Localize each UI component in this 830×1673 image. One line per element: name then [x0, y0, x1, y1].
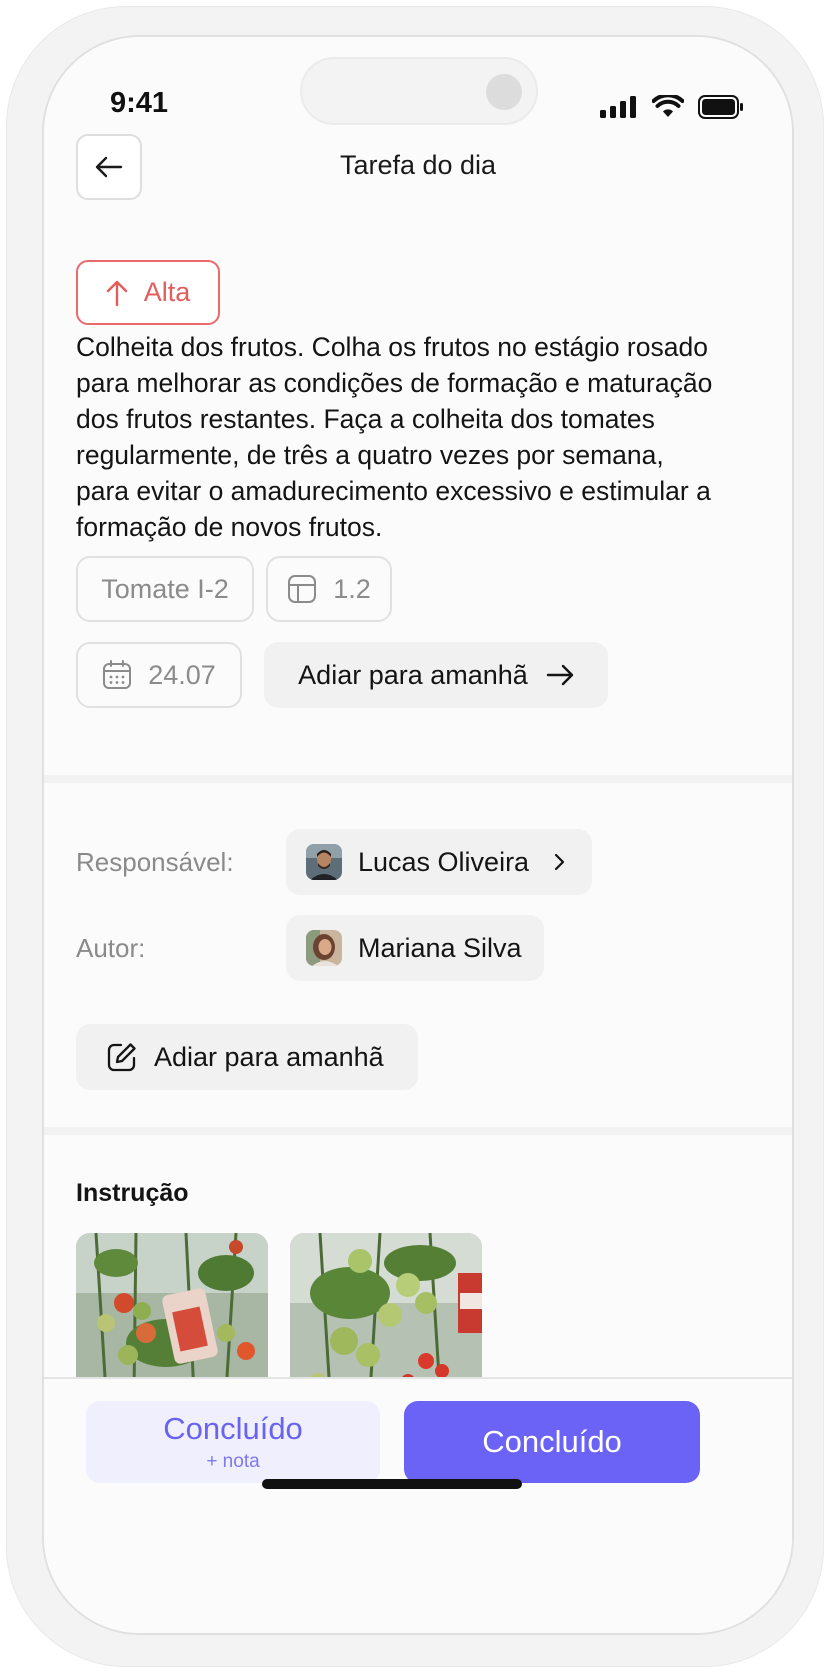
complete-with-note-button[interactable]: Concluído + nota	[86, 1401, 380, 1483]
complete-with-note-label: Concluído	[163, 1411, 303, 1446]
complete-label: Concluído	[482, 1424, 622, 1459]
instruction-photo[interactable]	[290, 1233, 482, 1393]
calendar-icon	[103, 660, 132, 689]
instruction-photo[interactable]	[76, 1233, 268, 1393]
edit-button[interactable]: Adiar para amanhã	[76, 1024, 418, 1090]
arrow-up-icon	[106, 280, 127, 306]
add-note-label: + nota	[206, 1451, 260, 1472]
responsible-name: Lucas Oliveira	[358, 846, 530, 877]
tomato-plant-image	[76, 1233, 268, 1393]
postpone-button[interactable]: Adiar para amanhã	[264, 642, 608, 708]
plot-chip[interactable]: 1.2	[266, 556, 392, 622]
status-icons	[600, 95, 744, 119]
wifi-icon	[652, 95, 684, 117]
section-divider	[44, 1127, 792, 1135]
responsible-label: Responsável:	[76, 847, 234, 877]
author-label: Autor:	[76, 933, 146, 963]
date-chip[interactable]: 24.07	[76, 642, 242, 708]
edit-label: Adiar para amanhã	[154, 1041, 384, 1072]
arrow-right-icon	[546, 664, 574, 686]
crop-chip[interactable]: Tomate I-2	[76, 556, 254, 622]
signal-icon	[600, 96, 636, 118]
bottom-action-bar: Concluído + nota Concluído	[44, 1377, 792, 1633]
status-time: 9:41	[110, 87, 169, 119]
avatar	[306, 844, 342, 880]
avatar	[306, 930, 342, 966]
layout-grid-icon	[288, 575, 317, 603]
home-indicator	[262, 1479, 522, 1489]
priority-label: Alta	[143, 277, 191, 307]
plot-label: 1.2	[333, 573, 371, 604]
screen: 9:41 Tarefa do dia Alta Colheita dos fru…	[44, 37, 792, 1633]
chevron-right-icon	[554, 853, 565, 871]
priority-badge[interactable]: Alta	[76, 260, 220, 325]
page-title: Tarefa do dia	[339, 150, 497, 180]
complete-button[interactable]: Concluído	[404, 1401, 700, 1483]
camera-dot	[486, 74, 522, 110]
crop-label: Tomate I-2	[101, 573, 229, 604]
dynamic-island	[300, 57, 538, 125]
instruction-title: Instrução	[76, 1179, 189, 1207]
edit-icon	[107, 1043, 136, 1072]
date-label: 24.07	[148, 659, 216, 690]
section-divider	[44, 775, 792, 783]
tomato-plant-image	[290, 1233, 482, 1393]
postpone-label: Adiar para amanhã	[298, 659, 528, 690]
task-description: Colheita dos frutos. Colha os frutos no …	[76, 332, 713, 542]
author-name: Mariana Silva	[358, 932, 522, 963]
battery-icon	[698, 95, 743, 119]
responsible-chip[interactable]: Lucas Oliveira	[286, 829, 592, 895]
author-chip[interactable]: Mariana Silva	[286, 915, 544, 981]
